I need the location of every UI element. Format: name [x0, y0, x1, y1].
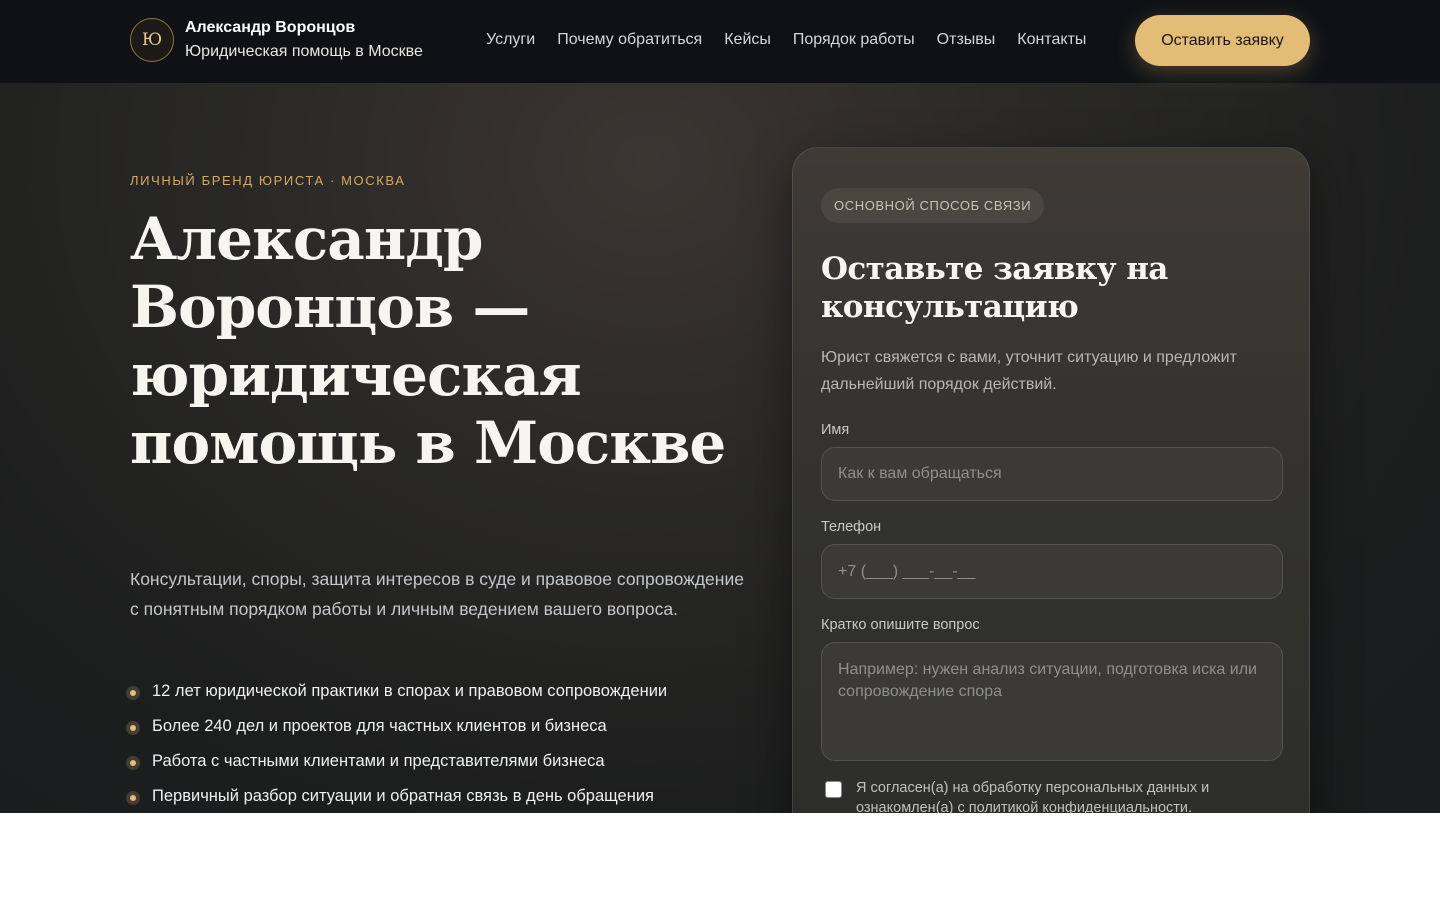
site-header: Ю Александр Воронцов Юридическая помощь …: [0, 0, 1440, 83]
phone-label: Телефон: [821, 519, 882, 535]
contact-method-badge: ОСНОВНОЙ СПОСОБ СВЯЗИ: [821, 188, 1045, 223]
nav-link-reviews[interactable]: Отзывы: [937, 31, 996, 49]
benefit-text: Первичный разбор ситуации и обратная свя…: [152, 787, 654, 805]
benefit-text: Более 240 дел и проектов для частных кли…: [152, 717, 607, 735]
hero-lead: Консультации, споры, защита интересов в …: [130, 569, 744, 619]
consultation-form-card: ОСНОВНОЙ СПОСОБ СВЯЗИ Оставьте заявку на…: [792, 147, 1310, 813]
hero-eyebrow: ЛИЧНЫЙ БРЕНД ЮРИСТА · МОСКВА: [130, 173, 406, 188]
bullet-dot-icon: [126, 686, 140, 700]
benefit-item: Более 240 дел и проектов для частных кли…: [126, 714, 667, 749]
phone-input[interactable]: [821, 544, 1283, 599]
benefit-item: Работа с частными клиентами и представит…: [126, 749, 667, 784]
consent-checkbox[interactable]: [825, 781, 842, 798]
brand-subtitle: Юридическая помощь в Москве: [185, 43, 423, 60]
name-input[interactable]: [821, 447, 1283, 501]
bullet-dot-icon: [126, 721, 140, 735]
bullet-dot-icon: [126, 791, 140, 805]
question-label: Кратко опишите вопрос: [821, 617, 980, 633]
nav-link-services[interactable]: Услуги: [486, 31, 535, 49]
benefit-text: 12 лет юридической практики в спорах и п…: [152, 682, 668, 700]
form-description: Юрист свяжется с вами, уточнит ситуацию …: [821, 349, 1237, 393]
submit-request-button[interactable]: Оставить заявку: [1135, 15, 1310, 66]
benefits-list: 12 лет юридической практики в спорах и п…: [126, 679, 667, 813]
consent-text: Я согласен(а) на обработку персональных …: [856, 780, 1210, 813]
question-textarea[interactable]: [821, 642, 1283, 761]
page-viewport: Ю Александр Воронцов Юридическая помощь …: [0, 0, 1440, 813]
nav-link-why-us[interactable]: Почему обратиться: [557, 31, 702, 49]
benefit-text: Работа с частными клиентами и представит…: [152, 752, 605, 770]
nav-link-cases[interactable]: Кейсы: [724, 31, 771, 49]
name-label: Имя: [821, 422, 850, 438]
hero-title: Александр Воронцов — юридическая помощь …: [130, 205, 726, 477]
form-title: Оставьте заявку на консультацию: [821, 251, 1168, 325]
logo-icon[interactable]: Ю: [130, 18, 174, 62]
brand-name[interactable]: Александр Воронцов: [185, 19, 355, 37]
benefit-item: Первичный разбор ситуации и обратная свя…: [126, 784, 667, 813]
nav-link-contacts[interactable]: Контакты: [1017, 31, 1086, 49]
nav-link-process[interactable]: Порядок работы: [793, 31, 915, 49]
bullet-dot-icon: [126, 756, 140, 770]
benefit-item: 12 лет юридической практики в спорах и п…: [126, 679, 667, 714]
main-nav: Услуги Почему обратиться Кейсы Порядок р…: [486, 31, 1086, 49]
